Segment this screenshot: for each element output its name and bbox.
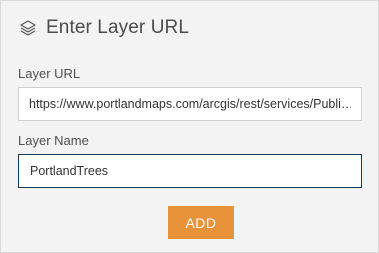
- panel-header: Enter Layer URL: [18, 17, 189, 39]
- panel-title: Enter Layer URL: [46, 17, 190, 38]
- layers-icon: [18, 18, 38, 38]
- add-button[interactable]: ADD: [168, 206, 234, 239]
- layer-url-input[interactable]: [18, 87, 362, 121]
- layer-name-input[interactable]: [18, 154, 362, 188]
- layer-name-label: Layer Name: [18, 133, 89, 148]
- layer-url-label: Layer URL: [18, 66, 81, 81]
- enter-layer-url-panel: Enter Layer URL Layer URL Layer Name ADD: [0, 0, 379, 253]
